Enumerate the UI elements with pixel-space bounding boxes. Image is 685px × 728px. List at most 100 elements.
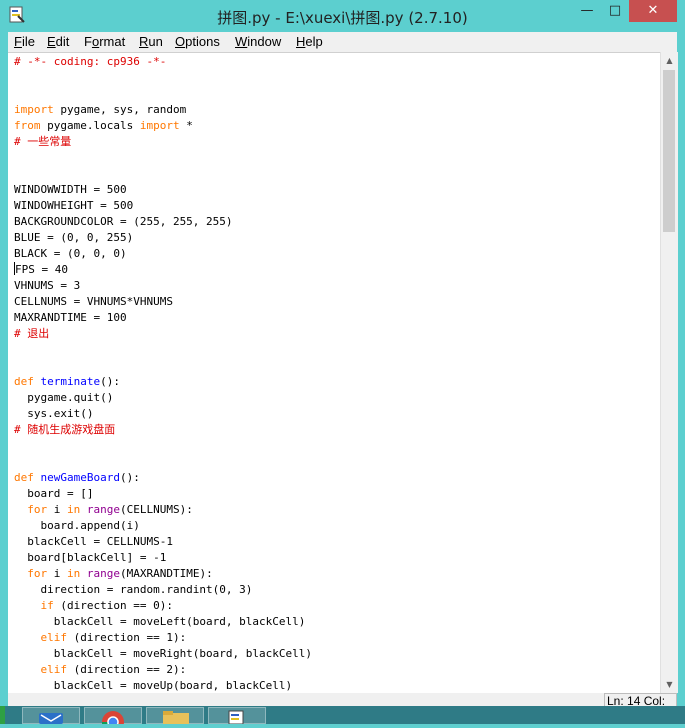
code-token: WINDOWWIDTH = 500 <box>14 183 127 196</box>
menu-format[interactable]: Format <box>84 34 125 49</box>
code-token: MAXRANDTIME = 100 <box>14 311 127 324</box>
code-line[interactable] <box>14 166 312 182</box>
code-line[interactable]: # 随机生成游戏盘面 <box>14 422 312 438</box>
code-token: VHNUMS = 3 <box>14 279 81 292</box>
code-line[interactable]: from pygame.locals import * <box>14 118 312 134</box>
minimize-button[interactable]: — <box>573 0 601 22</box>
code-text[interactable]: # -*- coding: cp936 -*- import pygame, s… <box>14 54 312 694</box>
status-bar: Ln: 14 Col: 0 <box>8 693 677 723</box>
code-line[interactable]: # -*- coding: cp936 -*- <box>14 54 312 70</box>
code-line[interactable]: blackCell = moveLeft(board, blackCell) <box>14 614 312 630</box>
code-line[interactable]: FPS = 40 <box>14 262 312 278</box>
code-line[interactable]: board = [] <box>14 486 312 502</box>
code-token: (direction == 0): <box>53 599 173 612</box>
vertical-scrollbar[interactable]: ▲ ▼ <box>660 52 678 693</box>
code-token: def <box>14 375 34 388</box>
taskbar <box>0 706 685 728</box>
code-token: FPS = 40 <box>15 263 68 276</box>
code-token: blackCell = moveRight(board, blackCell) <box>14 647 313 660</box>
code-line[interactable] <box>14 342 312 358</box>
taskbar-mail-icon[interactable] <box>22 707 80 724</box>
start-edge <box>0 706 5 724</box>
code-token: import <box>139 119 180 132</box>
code-line[interactable]: def terminate(): <box>14 374 312 390</box>
code-line[interactable] <box>14 438 312 454</box>
code-token: (direction == 2): <box>67 663 187 676</box>
code-token: # 一些常量 <box>14 135 72 148</box>
code-token: in <box>67 503 81 516</box>
code-line[interactable]: MAXRANDTIME = 100 <box>14 310 312 326</box>
code-token: import <box>14 103 54 116</box>
code-line[interactable]: pygame.quit() <box>14 390 312 406</box>
code-token: WINDOWHEIGHT = 500 <box>14 199 134 212</box>
menu-bar: File Edit Format Run Options Window Help <box>8 32 677 52</box>
code-line[interactable]: CELLNUMS = VHNUMS*VHNUMS <box>14 294 312 310</box>
code-line[interactable] <box>14 358 312 374</box>
code-line[interactable]: for i in range(CELLNUMS): <box>14 502 312 518</box>
menu-file[interactable]: File <box>14 34 35 49</box>
scrollbar-thumb[interactable] <box>663 70 675 232</box>
code-line[interactable]: elif (direction == 1): <box>14 630 312 646</box>
code-line[interactable]: board.append(i) <box>14 518 312 534</box>
code-line[interactable]: sys.exit() <box>14 406 312 422</box>
scroll-up-arrow-icon[interactable]: ▲ <box>661 52 678 69</box>
code-token: for <box>27 567 48 580</box>
code-line[interactable] <box>14 70 312 86</box>
code-token: pygame, sys, random <box>53 103 187 116</box>
code-token: board.append(i) <box>14 519 140 532</box>
menu-edit[interactable]: Edit <box>47 34 69 49</box>
code-line[interactable]: BLACK = (0, 0, 0) <box>14 246 312 262</box>
maximize-button[interactable]: □ <box>601 0 629 22</box>
menu-help[interactable]: Help <box>296 34 323 49</box>
code-token: blackCell = moveLeft(board, blackCell) <box>14 615 306 628</box>
code-token: # 随机生成游戏盘面 <box>14 423 116 436</box>
code-editor[interactable]: # -*- coding: cp936 -*- import pygame, s… <box>8 52 660 694</box>
code-line[interactable]: BACKGROUNDCOLOR = (255, 255, 255) <box>14 214 312 230</box>
code-line[interactable]: WINDOWWIDTH = 500 <box>14 182 312 198</box>
title-bar[interactable]: 拼图.py - E:\xuexi\拼图.py (2.7.10) — □ ✕ <box>0 0 685 32</box>
code-line[interactable]: WINDOWHEIGHT = 500 <box>14 198 312 214</box>
code-line[interactable]: elif (direction == 2): <box>14 662 312 678</box>
code-line[interactable]: blackCell = moveRight(board, blackCell) <box>14 646 312 662</box>
code-token: range <box>86 567 120 580</box>
code-line[interactable]: direction = random.randint(0, 3) <box>14 582 312 598</box>
code-line[interactable]: for i in range(MAXRANDTIME): <box>14 566 312 582</box>
code-token: * <box>179 119 193 132</box>
taskbar-idle-icon[interactable] <box>208 707 266 725</box>
code-token: board = [] <box>14 487 94 500</box>
menu-window[interactable]: Window <box>235 34 281 49</box>
menu-run[interactable]: Run <box>139 34 163 49</box>
taskbar-chrome-icon[interactable] <box>84 707 142 728</box>
code-token: if <box>40 599 54 612</box>
code-line[interactable]: # 退出 <box>14 326 312 342</box>
close-button[interactable]: ✕ <box>629 0 677 22</box>
code-token: (CELLNUMS): <box>120 503 193 516</box>
code-line[interactable] <box>14 86 312 102</box>
code-line[interactable]: if (direction == 0): <box>14 598 312 614</box>
code-line[interactable]: blackCell = moveUp(board, blackCell) <box>14 678 312 694</box>
code-line[interactable]: board[blackCell] = -1 <box>14 550 312 566</box>
code-token: BACKGROUNDCOLOR = (255, 255, 255) <box>14 215 233 228</box>
code-token: CELLNUMS = VHNUMS*VHNUMS <box>14 295 173 308</box>
menu-options[interactable]: Options <box>175 34 220 49</box>
code-line[interactable]: import pygame, sys, random <box>14 102 312 118</box>
code-line[interactable]: # 一些常量 <box>14 134 312 150</box>
code-line[interactable]: BLUE = (0, 0, 255) <box>14 230 312 246</box>
taskbar-folder-icon[interactable] <box>146 707 204 724</box>
code-token: sys.exit() <box>14 407 94 420</box>
code-line[interactable] <box>14 454 312 470</box>
code-line[interactable]: VHNUMS = 3 <box>14 278 312 294</box>
code-token: range <box>86 503 120 516</box>
code-token: BLUE = (0, 0, 255) <box>14 231 134 244</box>
code-token: newGameBoard <box>40 471 120 484</box>
code-line[interactable]: blackCell = CELLNUMS-1 <box>14 534 312 550</box>
code-token: terminate <box>40 375 101 388</box>
code-token: blackCell = CELLNUMS-1 <box>14 535 173 548</box>
scroll-down-arrow-icon[interactable]: ▼ <box>661 676 678 693</box>
code-line[interactable]: def newGameBoard(): <box>14 470 312 486</box>
code-token: # -*- coding: cp936 -*- <box>14 55 167 68</box>
code-token: pygame.locals <box>40 119 140 132</box>
code-line[interactable] <box>14 150 312 166</box>
